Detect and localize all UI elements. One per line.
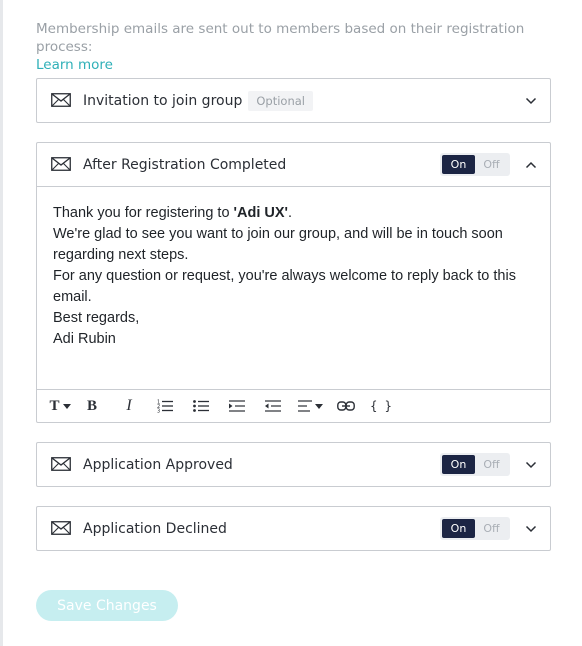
chevron-down-icon[interactable] (524, 458, 538, 472)
on-off-toggle[interactable]: On Off (440, 517, 510, 540)
email-line: Adi Rubin (53, 331, 116, 347)
outdent-icon[interactable] (255, 390, 291, 423)
email-panel-application-approved: Application Approved On Off (36, 442, 551, 487)
email-line: Best regards, (53, 310, 140, 326)
panel-header-application-approved[interactable]: Application Approved On Off (37, 443, 550, 486)
bullet-list-icon[interactable] (183, 390, 219, 423)
optional-badge: Optional (248, 90, 313, 111)
chevron-up-icon[interactable] (524, 158, 538, 172)
save-changes-button[interactable]: Save Changes (36, 590, 178, 621)
toggle-off-option[interactable]: Off (475, 155, 508, 174)
email-panel-after-registration: After Registration Completed On Off Than… (36, 142, 551, 423)
envelope-icon (51, 156, 73, 173)
italic-icon[interactable]: I (111, 390, 147, 423)
on-off-toggle[interactable]: On Off (440, 153, 510, 176)
panel-title: Invitation to join group (83, 92, 243, 109)
intro-text: Membership emails are sent out to member… (36, 20, 556, 74)
editor-toolbar: T B I 123 { } (37, 389, 550, 422)
envelope-icon (51, 456, 73, 473)
learn-more-link[interactable]: Learn more (36, 56, 556, 74)
on-off-toggle[interactable]: On Off (440, 453, 510, 476)
email-line: For any question or request, you're alwa… (53, 268, 516, 305)
align-icon[interactable] (291, 390, 329, 423)
text-style-icon[interactable]: T (47, 390, 73, 423)
code-braces-icon[interactable]: { } (363, 390, 399, 423)
bold-icon[interactable]: B (73, 390, 111, 423)
panel-title: Application Declined (83, 520, 227, 537)
toggle-off-option[interactable]: Off (475, 519, 508, 538)
chevron-down-icon[interactable] (524, 94, 538, 108)
panel-title: Application Approved (83, 456, 233, 473)
email-bold-text: 'Adi UX' (233, 205, 288, 221)
intro-description: Membership emails are sent out to member… (36, 21, 525, 55)
left-divider (0, 0, 3, 646)
email-panel-invitation: Invitation to join group Optional (36, 78, 551, 123)
toggle-off-option[interactable]: Off (475, 455, 508, 474)
email-panel-application-declined: Application Declined On Off (36, 506, 551, 551)
toggle-on-option[interactable]: On (442, 155, 475, 174)
panel-header-invitation[interactable]: Invitation to join group Optional (37, 79, 550, 122)
email-editor: Thank you for registering to 'Adi UX'. W… (37, 186, 550, 422)
panel-header-application-declined[interactable]: Application Declined On Off (37, 507, 550, 550)
indent-icon[interactable] (219, 390, 255, 423)
email-body-textarea[interactable]: Thank you for registering to 'Adi UX'. W… (37, 187, 550, 389)
chevron-down-icon[interactable] (524, 522, 538, 536)
toggle-on-option[interactable]: On (442, 455, 475, 474)
panel-title: After Registration Completed (83, 156, 287, 173)
svg-text:3: 3 (157, 409, 160, 414)
email-text: . (287, 205, 293, 221)
toggle-on-option[interactable]: On (442, 519, 475, 538)
link-icon[interactable] (329, 390, 363, 423)
email-line: Thank you for registering to 'Adi UX'. (53, 203, 534, 224)
envelope-icon (51, 92, 73, 109)
email-line: We're glad to see you want to join our g… (53, 226, 503, 263)
panel-header-after-registration[interactable]: After Registration Completed On Off (37, 143, 550, 186)
ordered-list-icon[interactable]: 123 (147, 390, 183, 423)
envelope-icon (51, 520, 73, 537)
email-text: Thank you for registering to (53, 205, 234, 221)
